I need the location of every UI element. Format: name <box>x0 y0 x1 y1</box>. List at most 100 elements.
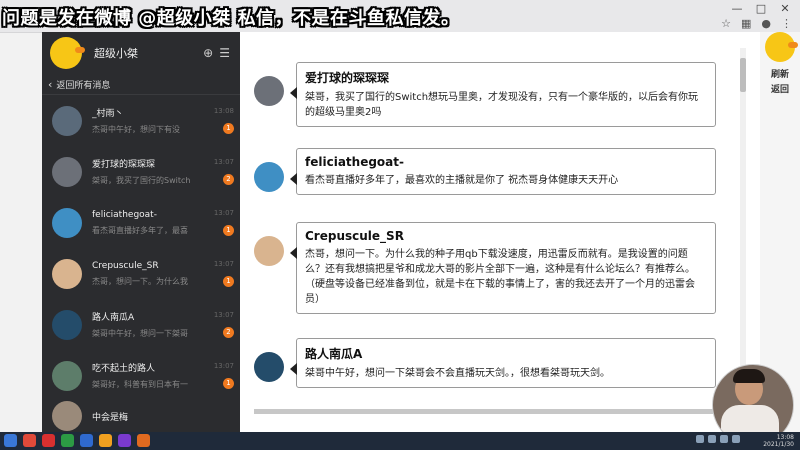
conversation-list: _村雨丶杰哥中午好，想问下有没 13:08 1 爱打球的琛琛琛桀哥，我买了国行的S… <box>42 95 240 431</box>
system-tray[interactable] <box>696 435 740 443</box>
message-bubble: 路人南瓜A 桀哥中午好，想问一下桀哥会不会直播玩天剑。，很想看桀哥玩天剑。 <box>290 338 716 388</box>
conversation-time: 13:07 <box>213 311 234 319</box>
taskbar: 13:08 2021/1/30 <box>0 432 800 450</box>
avatar <box>52 105 82 136</box>
avatar[interactable] <box>254 162 284 192</box>
conversation-time: 13:07 <box>213 260 234 268</box>
stream-caption: 问题是发在微博 @超级小桀 私信，不是在斗鱼私信发。 <box>2 8 460 29</box>
app-icon[interactable] <box>137 434 150 447</box>
sidebar-title: 超级小桀 <box>94 47 138 60</box>
conversation-name: 吃不起土的路人 <box>92 364 156 374</box>
list-item[interactable]: 中会是梅 <box>42 401 240 431</box>
chevron-left-icon: ‹ <box>48 77 53 91</box>
conversation-time: 13:07 <box>213 158 234 166</box>
close-button[interactable]: ✕ <box>778 2 792 15</box>
unread-badge: 1 <box>223 225 234 236</box>
list-item[interactable]: 吃不起土的路人桀哥好，科普有到日本有一 13:07 1 <box>42 350 240 401</box>
avatar <box>52 258 82 289</box>
message-row: feliciathegoat- 看杰哥直播好多年了，最喜欢的主播就是你了 祝杰哥… <box>254 148 716 195</box>
message-body: 杰哥，想问一下。为什么我的种子用qb下载没速度，用迅雷反而就有。是我设置的问题么… <box>305 249 695 305</box>
horizontal-scrollbar[interactable] <box>254 409 742 414</box>
message-sender: 路人南瓜A <box>305 347 363 361</box>
maximize-button[interactable]: □ <box>754 2 768 15</box>
minimize-button[interactable]: — <box>730 2 744 15</box>
message-bubble: Crepuscule_SR 杰哥，想问一下。为什么我的种子用qb下载没速度，用迅… <box>290 222 716 314</box>
message-sender: Crepuscule_SR <box>305 229 404 243</box>
browser-toolbar: ☆ ▦ ● ⋮ <box>721 17 792 30</box>
back-to-all-messages[interactable]: ‹ 返回所有消息 <box>42 74 240 95</box>
avatar <box>52 309 82 340</box>
list-item[interactable]: 爱打球的琛琛琛桀哥，我买了国行的Switch 13:07 2 <box>42 146 240 197</box>
conversation-time: 13:07 <box>213 362 234 370</box>
message-pane: 爱打球的琛琛琛 桀哥，我买了国行的Switch想玩马里奥，才发现没有，只有一个豪… <box>240 32 760 432</box>
conversation-name: 中会是梅 <box>92 412 129 423</box>
conversation-name: feliciathegoat- <box>92 209 157 220</box>
message-sender: 爱打球的琛琛琛 <box>305 71 390 85</box>
conversation-preview: 杰哥，想问一下。为什么我 <box>92 276 188 286</box>
weibo-icon[interactable] <box>42 434 55 447</box>
avatar <box>765 32 798 62</box>
unread-badge: 1 <box>223 276 234 287</box>
conversation-name: Crepuscule_SR <box>92 260 159 271</box>
clock-time: 13:08 <box>776 434 794 441</box>
avatar[interactable] <box>254 352 284 382</box>
message-row: 爱打球的琛琛琛 桀哥，我买了国行的Switch想玩马里奥，才发现没有，只有一个豪… <box>254 62 716 127</box>
conversation-preview: 桀哥，我买了国行的Switch <box>92 176 191 185</box>
star-icon[interactable]: ☆ <box>721 17 731 30</box>
app-icon[interactable] <box>80 434 93 447</box>
app-icon[interactable] <box>61 434 74 447</box>
refresh-button[interactable]: 刷新 <box>760 68 800 83</box>
unread-badge: 2 <box>223 174 234 185</box>
unread-badge: 1 <box>223 378 234 389</box>
list-item[interactable]: Crepuscule_SR 杰哥，想问一下。为什么我 13:07 1 <box>42 248 240 299</box>
menu-icon[interactable]: ⋮ <box>781 17 792 30</box>
list-item[interactable]: _村雨丶杰哥中午好，想问下有没 13:08 1 <box>42 95 240 146</box>
webcam-hair <box>733 369 765 383</box>
avatar[interactable] <box>50 37 85 69</box>
conversation-preview: 桀哥好，科普有到日本有一 <box>92 380 188 389</box>
conversation-name: 路人南瓜A <box>92 313 135 323</box>
conversation-name: _村雨丶 <box>92 109 124 119</box>
conversation-preview: 看杰哥直播好多年了，最喜 <box>92 225 188 235</box>
message-bubble: feliciathegoat- 看杰哥直播好多年了，最喜欢的主播就是你了 祝杰哥… <box>290 148 716 195</box>
account-icon[interactable]: ● <box>761 17 771 30</box>
unread-badge: 2 <box>223 327 234 338</box>
vertical-scrollbar[interactable] <box>740 48 746 418</box>
chrome-icon[interactable] <box>23 434 36 447</box>
conversation-sidebar: 超级小桀 ⊕ ☰ ‹ 返回所有消息 _村雨丶杰哥中午好，想问下有没 13:08 1… <box>42 32 240 432</box>
back-label: 返回所有消息 <box>56 80 111 91</box>
taskbar-clock[interactable]: 13:08 2021/1/30 <box>763 434 794 448</box>
app-icon[interactable] <box>118 434 131 447</box>
add-icon[interactable]: ⊕ <box>203 46 213 60</box>
list-icon[interactable]: ☰ <box>219 46 230 60</box>
conversation-preview: 桀哥中午好，想问一下桀哥 <box>92 329 188 338</box>
list-item[interactable]: 路人南瓜A 桀哥中午好，想问一下桀哥 13:07 2 <box>42 299 240 350</box>
extensions-icon[interactable]: ▦ <box>741 17 751 30</box>
return-button[interactable]: 返回 <box>760 83 800 98</box>
message-row: 路人南瓜A 桀哥中午好，想问一下桀哥会不会直播玩天剑。，很想看桀哥玩天剑。 <box>254 338 716 388</box>
window-controls: — □ ✕ <box>730 2 792 15</box>
unread-badge: 1 <box>223 123 234 134</box>
message-body: 看杰哥直播好多年了，最喜欢的主播就是你了 祝杰哥身体健康天天开心 <box>305 175 619 186</box>
message-sender: feliciathegoat- <box>305 155 404 169</box>
avatar[interactable] <box>254 76 284 106</box>
clock-date: 2021/1/30 <box>763 441 794 448</box>
list-item[interactable]: feliciathegoat- 看杰哥直播好多年了，最喜 13:07 1 <box>42 197 240 248</box>
avatar <box>52 360 82 391</box>
conversation-name: 爱打球的琛琛琛 <box>92 160 156 170</box>
conversation-time: 13:08 <box>213 107 234 115</box>
message-row: Crepuscule_SR 杰哥，想问一下。为什么我的种子用qb下载没速度，用迅… <box>254 222 716 314</box>
avatar <box>52 401 82 431</box>
avatar <box>52 207 82 238</box>
folder-icon[interactable] <box>99 434 112 447</box>
avatar[interactable] <box>254 236 284 266</box>
scrollbar-thumb[interactable] <box>254 409 736 414</box>
avatar <box>52 156 82 187</box>
scrollbar-thumb[interactable] <box>740 58 746 92</box>
start-icon[interactable] <box>4 434 17 447</box>
sidebar-header: 超级小桀 ⊕ ☰ <box>42 32 240 74</box>
message-body: 桀哥，我买了国行的Switch想玩马里奥，才发现没有，只有一个豪华版的，以后会有… <box>305 92 699 118</box>
conversation-preview: 杰哥中午好，想问下有没 <box>92 125 180 134</box>
conversation-time: 13:07 <box>213 209 234 217</box>
browser-top-bar: 问题是发在微博 @超级小桀 私信，不是在斗鱼私信发。 — □ ✕ ☆ ▦ ● ⋮ <box>0 0 800 33</box>
